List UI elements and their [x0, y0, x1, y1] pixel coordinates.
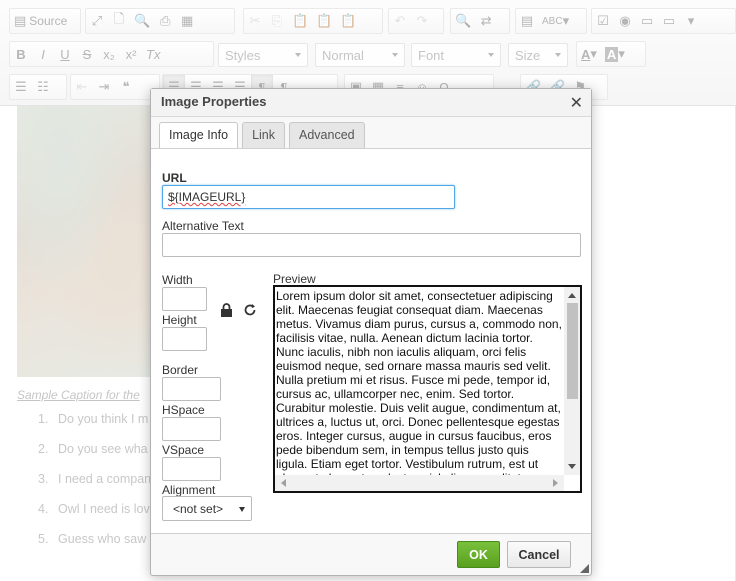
alignment-select-value: <not set>: [173, 502, 224, 516]
lock-icon[interactable]: [220, 303, 234, 317]
alignment-label: Alignment: [162, 483, 216, 497]
close-icon[interactable]: ✕: [570, 93, 583, 113]
tab-link[interactable]: Link: [242, 122, 286, 148]
tab-advanced[interactable]: Advanced: [289, 122, 365, 148]
height-label: Height: [162, 313, 197, 327]
width-input[interactable]: [162, 287, 207, 311]
vspace-label: VSpace: [162, 443, 205, 457]
border-label: Border: [162, 363, 199, 377]
height-input[interactable]: [162, 327, 207, 351]
scroll-up-icon[interactable]: [568, 293, 576, 298]
image-properties-dialog: Image Properties ✕ Image Info Link Advan…: [150, 88, 592, 576]
url-label: URL: [162, 171, 187, 185]
resize-handle-icon[interactable]: [580, 564, 589, 573]
dialog-title[interactable]: Image Properties: [151, 89, 591, 117]
url-input[interactable]: ${IMAGEURL}: [162, 185, 455, 209]
preview-vertical-scrollbar[interactable]: [564, 287, 580, 475]
hspace-label: HSpace: [162, 403, 205, 417]
scroll-down-icon[interactable]: [568, 464, 576, 469]
cancel-button[interactable]: Cancel: [507, 541, 571, 568]
alt-text-label: Alternative Text: [162, 219, 244, 233]
width-label: Width: [162, 273, 193, 287]
preview-label: Preview: [273, 272, 316, 286]
chevron-down-icon: [239, 507, 245, 512]
scroll-right-icon[interactable]: [553, 479, 558, 487]
dialog-footer: OK Cancel: [151, 535, 591, 575]
ok-button[interactable]: OK: [457, 541, 500, 568]
scroll-left-icon[interactable]: [281, 479, 286, 487]
alignment-select[interactable]: <not set>: [162, 496, 252, 521]
preview-text: Lorem ipsum dolor sit amet, consectetuer…: [276, 289, 562, 475]
alt-text-input[interactable]: [162, 233, 581, 257]
hspace-input[interactable]: [162, 417, 221, 441]
reset-size-icon[interactable]: [243, 303, 257, 317]
dialog-title-text: Image Properties: [161, 94, 267, 109]
url-input-value: ${IMAGEURL}: [168, 190, 246, 204]
border-input[interactable]: [162, 377, 221, 401]
scroll-thumb[interactable]: [567, 303, 578, 399]
tab-image-info[interactable]: Image Info: [159, 122, 239, 149]
vspace-input[interactable]: [162, 457, 221, 481]
image-info-panel: URL ${IMAGEURL} Alternative Text Width H…: [151, 148, 591, 534]
preview-box[interactable]: Lorem ipsum dolor sit amet, consectetuer…: [273, 285, 582, 493]
dialog-tabs: Image Info Link Advanced: [159, 122, 369, 149]
preview-horizontal-scrollbar[interactable]: [275, 475, 564, 491]
